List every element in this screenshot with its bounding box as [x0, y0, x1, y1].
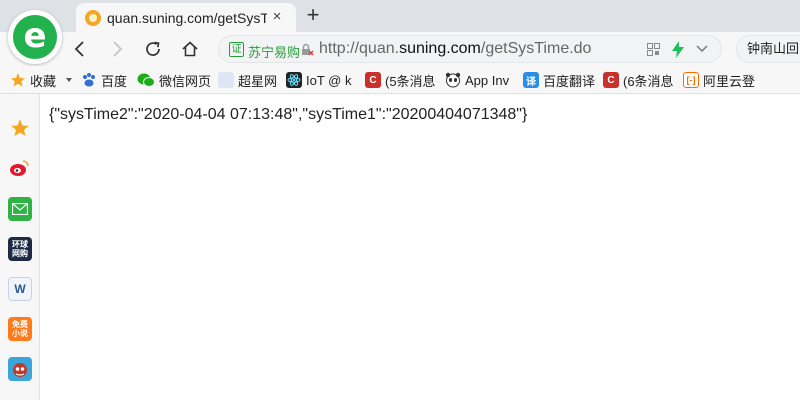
new-tab-button[interactable]: +: [302, 3, 324, 27]
site-name[interactable]: 苏宁易购: [248, 42, 300, 61]
csdn-icon: C: [603, 72, 619, 88]
insecure-lock-icon[interactable]: [300, 43, 314, 57]
qr-code-icon[interactable]: [647, 43, 660, 56]
bookmark-wechat[interactable]: 微信网页: [137, 70, 211, 90]
bookmark-label: 收藏: [30, 73, 57, 89]
back-button[interactable]: [68, 37, 92, 61]
url-path: /getSysTime.do: [480, 40, 592, 57]
bookmark-label: 阿里云登: [703, 73, 756, 89]
csdn-icon: C: [365, 72, 381, 88]
bookmarks-bar: 收藏 百度 微信网页 超星网 IoT @ k C (5条消息 App Inv 译…: [0, 66, 800, 94]
url-text[interactable]: http://quan.suning.com/getSysTime.do: [319, 40, 591, 58]
sidebar: 环球 网购 W 免费 小说: [0, 94, 40, 400]
chevron-down-icon[interactable]: [696, 44, 708, 54]
sidebar-item-mail[interactable]: [8, 197, 32, 221]
tab-strip: quan.suning.com/getSysTim × +: [0, 0, 800, 32]
forward-arrow-icon: [113, 41, 123, 57]
news-app-icon: 环球 网购: [12, 240, 28, 258]
home-icon: [182, 41, 198, 57]
sidebar-item-weibo[interactable]: [8, 156, 32, 180]
bookmark-chaoxing[interactable]: 超星网: [218, 70, 277, 90]
bookmark-favorites[interactable]: 收藏: [10, 70, 74, 90]
certificate-badge[interactable]: 证: [229, 42, 244, 57]
sidebar-item-favorites[interactable]: [8, 116, 32, 140]
sidebar-item-document[interactable]: W: [8, 277, 32, 301]
json-response-text: {"sysTime2":"2020-04-04 07:13:48","sysTi…: [49, 106, 528, 123]
tab-active[interactable]: quan.suning.com/getSysTim ×: [76, 3, 296, 32]
blank-page-icon: [218, 72, 234, 88]
bookmark-label: IoT @ k: [306, 72, 352, 88]
tab-close-icon[interactable]: ×: [268, 8, 286, 26]
bookmark-label: 百度: [101, 73, 128, 89]
bookmark-baidu[interactable]: 百度: [81, 70, 127, 90]
bookmark-baidu-translate[interactable]: 译 百度翻译: [523, 70, 595, 90]
favorites-star-icon: [11, 119, 29, 137]
bookmark-label: App Inv: [465, 72, 510, 88]
caret-down-icon[interactable]: [64, 76, 74, 84]
reload-icon: [146, 41, 160, 56]
baidu-paw-icon: [83, 73, 95, 87]
reload-button[interactable]: [141, 37, 165, 61]
page-content: {"sysTime2":"2020-04-04 07:13:48","sysTi…: [41, 94, 800, 400]
bookmark-label: 微信网页: [159, 73, 212, 89]
url-domain: suning.com: [399, 40, 481, 57]
bookmark-iot[interactable]: IoT @ k: [286, 70, 351, 90]
forward-button[interactable]: [105, 37, 129, 61]
address-bar[interactable]: 证 苏宁易购 http://quan.suning.com/getSysTime…: [218, 35, 722, 63]
star-icon: [11, 73, 25, 87]
game-app-icon: [13, 363, 27, 377]
bookmark-label: (6条消息: [623, 73, 674, 89]
translate-icon: 译: [523, 72, 539, 88]
bookmark-label: 百度翻译: [543, 73, 596, 89]
url-prefix: http://quan.: [319, 40, 400, 57]
react-icon: [286, 72, 302, 88]
bookmark-aliyun[interactable]: [-] 阿里云登: [683, 70, 755, 90]
suning-favicon-icon: [85, 9, 101, 26]
weibo-icon: [10, 160, 29, 176]
back-arrow-icon: [74, 41, 84, 57]
browser-logo[interactable]: e: [8, 10, 62, 64]
bookmark-csdn-6[interactable]: C (6条消息: [603, 70, 674, 90]
wechat-icon: [137, 73, 155, 87]
bookmark-app-inventor[interactable]: App Inv: [445, 70, 509, 90]
sidebar-item-game[interactable]: [8, 357, 32, 381]
document-icon: W: [14, 281, 26, 296]
toolbar: 证 苏宁易购 http://quan.suning.com/getSysTime…: [0, 32, 800, 66]
sidebar-item-novel[interactable]: 免费 小说: [8, 317, 32, 341]
sidebar-item-news[interactable]: 环球 网购: [8, 237, 32, 261]
coupon-app-icon: 免费 小说: [12, 320, 28, 338]
bookmark-label: 超星网: [238, 73, 278, 89]
home-button[interactable]: [178, 37, 202, 61]
bookmark-csdn-5[interactable]: C (5条消息: [365, 70, 436, 90]
search-input[interactable]: 钟南山回: [736, 35, 800, 63]
browser-e-logo-icon: e: [13, 15, 57, 59]
bookmark-label: (5条消息: [385, 73, 436, 89]
mail-icon: [12, 203, 28, 215]
lightning-icon[interactable]: [671, 41, 685, 58]
aliyun-icon: [-]: [683, 72, 699, 88]
tab-title: quan.suning.com/getSysTim: [107, 9, 267, 26]
panda-icon: [445, 72, 461, 88]
